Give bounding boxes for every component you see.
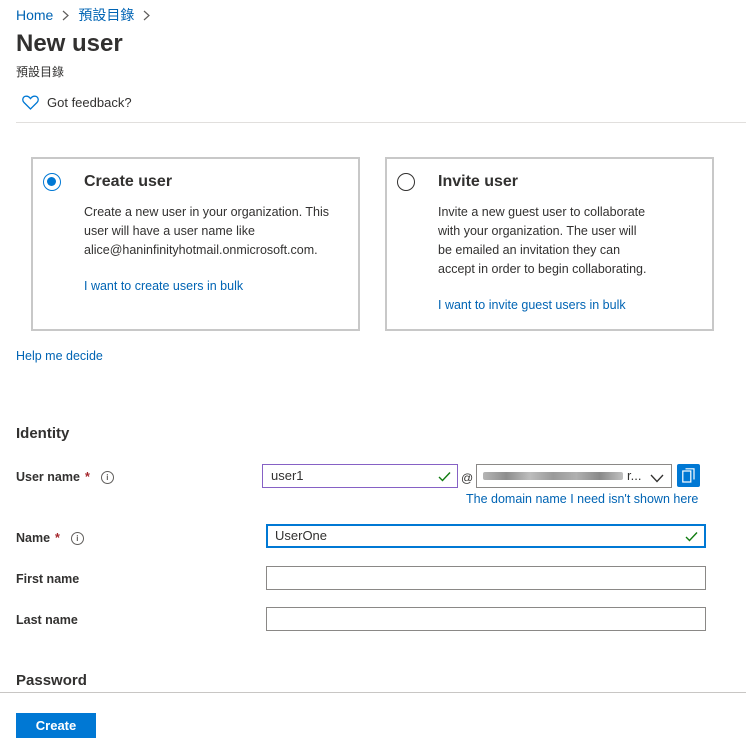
create-user-description: Create a new user in your organization. … — [84, 205, 330, 257]
username-label-text: User name — [16, 470, 80, 484]
chevron-down-icon — [650, 470, 664, 488]
divider — [16, 122, 746, 123]
password-section-title: Password — [16, 672, 87, 689]
breadcrumb-directory-link[interactable]: 預設目錄 — [78, 5, 134, 25]
domain-not-shown-link[interactable]: The domain name I need isn't shown here — [466, 492, 698, 506]
create-user-option[interactable]: Create user Create a new user in your or… — [31, 157, 360, 331]
create-user-radio[interactable] — [43, 173, 61, 191]
create-button[interactable]: Create — [16, 713, 96, 738]
heart-icon — [22, 95, 39, 110]
page-title: New user — [16, 30, 123, 57]
info-icon[interactable]: i — [70, 531, 84, 545]
identity-section-title: Identity — [16, 425, 70, 442]
last-name-input[interactable] — [266, 607, 706, 631]
feedback-label: Got feedback? — [47, 95, 132, 110]
invite-user-title: Invite user — [438, 173, 519, 190]
last-name-label: Last name — [16, 613, 78, 627]
feedback-button[interactable]: Got feedback? — [22, 95, 132, 110]
help-me-decide-link[interactable]: Help me decide — [16, 349, 103, 363]
domain-dropdown[interactable]: r... — [476, 464, 672, 488]
footer-divider — [0, 692, 746, 693]
name-label-text: Name — [16, 531, 51, 545]
required-marker: * — [55, 531, 60, 545]
page-subtitle: 預設目錄 — [16, 65, 65, 79]
username-label: User name * i — [16, 470, 114, 484]
required-marker: * — [84, 470, 90, 484]
first-name-input[interactable] — [266, 566, 706, 590]
redacted-domain — [483, 472, 623, 480]
name-label: Name * i — [16, 531, 84, 545]
create-bulk-link[interactable]: I want to create users in bulk — [84, 279, 243, 293]
breadcrumb: Home 預設目錄 — [16, 5, 159, 25]
create-user-title: Create user — [84, 173, 173, 190]
invite-user-description: Invite a new guest user to collaborate w… — [438, 205, 647, 276]
invite-user-radio[interactable] — [397, 173, 415, 191]
invite-bulk-link[interactable]: I want to invite guest users in bulk — [438, 298, 626, 312]
name-input[interactable]: UserOne — [266, 524, 706, 548]
info-icon[interactable]: i — [100, 470, 114, 484]
checkmark-icon — [438, 468, 451, 488]
copy-icon — [682, 468, 695, 483]
username-value: user1 — [271, 468, 304, 483]
username-input[interactable]: user1 — [262, 464, 458, 488]
checkmark-icon — [685, 528, 698, 548]
at-sign: @ — [461, 471, 474, 485]
name-value: UserOne — [275, 528, 328, 543]
copy-button[interactable] — [677, 464, 700, 487]
invite-user-option[interactable]: Invite user Invite a new guest user to c… — [385, 157, 714, 331]
chevron-right-icon — [143, 10, 151, 21]
domain-suffix: r... — [627, 468, 642, 483]
first-name-label: First name — [16, 572, 80, 586]
breadcrumb-home-link[interactable]: Home — [16, 7, 53, 23]
chevron-right-icon — [62, 10, 70, 21]
